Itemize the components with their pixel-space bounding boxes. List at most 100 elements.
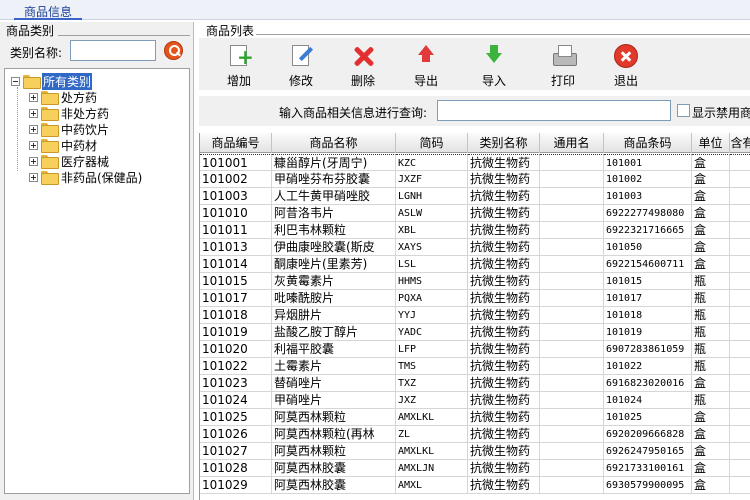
table-cell [730,171,750,188]
show-disabled-label: 显示禁用商 [692,106,750,120]
table-cell [730,239,750,256]
tree-node-herbal-pieces[interactable]: 中药饮片 [29,121,110,137]
table-cell: ZL [396,426,468,443]
table-cell: 抗微生物药 [468,256,540,273]
collapse-icon[interactable] [11,76,20,86]
table-row[interactable]: 101003 人工牛黄甲硝唑胶 LGNH 抗微生物药 101003 盒 [200,188,750,205]
table-row[interactable]: 101014 酮康唑片(里素芳) LSL 抗微生物药 6922154600711 盒 [200,256,750,273]
table-row[interactable]: 101022 土霉素片 TMS 抗微生物药 101022 瓶 [200,358,750,375]
table-row[interactable]: 101023 替硝唑片 TXZ 抗微生物药 6916823020016 盒 [200,375,750,392]
edit-button[interactable]: 修改 [273,40,329,88]
table-row[interactable]: 101020 利福平胶囊 LFP 抗微生物药 6907283861059 瓶 [200,341,750,358]
table-cell [540,154,604,171]
table-cell [730,477,750,494]
column-header[interactable]: 类别名称 [468,133,540,153]
expand-icon[interactable] [29,92,38,102]
table-cell: KZC [396,154,468,171]
table-row[interactable]: 101019 盐酸乙胺丁醇片 YADC 抗微生物药 101019 瓶 [200,324,750,341]
table-cell: 盒 [692,239,730,256]
table-cell: 6921733100161 [604,460,692,477]
table-row[interactable]: 101011 利巴韦林颗粒 XBL 抗微生物药 6922321716665 盒 [200,222,750,239]
expand-icon[interactable] [29,172,38,182]
tab-product-info[interactable]: 商品信息 [14,2,83,20]
tree-node-root[interactable]: 所有类别 [11,72,93,90]
category-name-input[interactable] [70,40,156,61]
column-header[interactable]: 通用名 [540,133,604,153]
table-cell: 101018 [200,307,272,324]
column-header[interactable]: 商品条码 [604,133,692,153]
tree-node-medical-device[interactable]: 医疗器械 [29,153,110,169]
table-row[interactable]: 101002 甲硝唑芬布芬胶囊 JXZF 抗微生物药 101002 盒 [200,171,750,188]
table-cell [730,426,750,443]
column-header[interactable]: 单位 [692,133,730,153]
table-cell: 抗微生物药 [468,324,540,341]
table-cell: 6922321716665 [604,222,692,239]
table-cell: PQXA [396,290,468,307]
table-cell: 101003 [604,188,692,205]
product-search-input[interactable] [437,100,671,121]
delete-x-icon [351,44,375,68]
category-tree: 所有类别 处方药 非处方药 中药饮片 中药材 医疗器械 非药品(保健品) [4,68,190,494]
column-header[interactable]: 简码 [396,133,468,153]
table-cell: XBL [396,222,468,239]
exit-button[interactable]: 退出 [598,40,654,88]
table-cell: ASLW [396,205,468,222]
expand-icon[interactable] [29,124,38,134]
folder-icon [41,171,59,185]
expand-icon[interactable] [29,140,38,150]
column-header[interactable]: 商品名称 [272,133,396,153]
import-button[interactable]: 导入 [466,40,522,88]
expand-icon[interactable] [29,108,38,118]
table-cell [730,222,750,239]
add-button[interactable]: 增加 [211,40,267,88]
table-cell: JXZF [396,171,468,188]
table-row[interactable]: 101010 阿昔洛韦片 ASLW 抗微生物药 6922277498080 盒 [200,205,750,222]
table-row[interactable]: 101013 伊曲康唑胶囊(斯皮 XAYS 抗微生物药 101050 盒 [200,239,750,256]
exit-button-label: 退出 [613,74,638,88]
table-cell: HHMS [396,273,468,290]
table-row[interactable]: 101028 阿莫西林胶囊 AMXLJN 抗微生物药 6921733100161 盒 [200,460,750,477]
table-cell: 酮康唑片(里素芳) [272,256,396,273]
table-cell [540,307,604,324]
print-button[interactable]: 打印 [535,40,591,88]
tree-node-non-drug[interactable]: 非药品(保健品) [29,169,143,185]
table-row[interactable]: 101024 甲硝唑片 JXZ 抗微生物药 101024 瓶 [200,392,750,409]
show-disabled-checkbox[interactable] [677,104,690,117]
table-cell [540,188,604,205]
table-cell: 瓶 [692,392,730,409]
table-row[interactable]: 101001 糠甾醇片(牙周宁) KZC 抗微生物药 101001 盒 [200,154,750,171]
export-button[interactable]: 导出 [398,40,454,88]
table-cell: 盒 [692,188,730,205]
table-cell: 101019 [200,324,272,341]
table-cell: 101014 [200,256,272,273]
edit-document-icon [289,44,313,68]
table-cell: 抗微生物药 [468,409,540,426]
table-row[interactable]: 101025 阿莫西林颗粒 AMXLKL 抗微生物药 101025 盒 [200,409,750,426]
table-cell: 瓶 [692,290,730,307]
table-row[interactable]: 101026 阿莫西林颗粒(再林 ZL 抗微生物药 6920209666828 盒 [200,426,750,443]
arrow-up-icon [414,44,438,68]
expand-icon[interactable] [29,156,38,166]
table-cell: TMS [396,358,468,375]
table-row[interactable]: 101017 吡嗪酰胺片 PQXA 抗微生物药 101017 瓶 [200,290,750,307]
table-row[interactable]: 101018 异烟肼片 YYJ 抗微生物药 101018 瓶 [200,307,750,324]
column-header[interactable]: 商品编号 [200,133,272,153]
table-cell [730,375,750,392]
table-cell: 101050 [604,239,692,256]
import-button-label: 导入 [481,74,506,88]
column-header[interactable]: 含有麻黄 [730,133,750,153]
tree-node-prescription[interactable]: 处方药 [29,89,98,105]
tree-node-herbal-material[interactable]: 中药材 [29,137,98,153]
table-row[interactable]: 101029 阿莫西林胶囊 AMXL 抗微生物药 6930579900095 盒 [200,477,750,494]
category-search-icon[interactable] [164,41,183,60]
tree-node-otc[interactable]: 非处方药 [29,105,110,121]
table-row[interactable]: 101027 阿莫西林颗粒 AMXLKL 抗微生物药 6926247950165 盒 [200,443,750,460]
table-cell: 101017 [604,290,692,307]
search-bar: 输入商品相关信息进行查询: 显示禁用商 [199,96,750,126]
delete-button[interactable]: 删除 [335,40,391,88]
tab-strip: 商品信息 [0,0,750,20]
table-cell: 盒 [692,460,730,477]
table-cell: 盒 [692,222,730,239]
tree-connector [17,87,18,171]
table-row[interactable]: 101015 灰黄霉素片 HHMS 抗微生物药 101015 瓶 [200,273,750,290]
